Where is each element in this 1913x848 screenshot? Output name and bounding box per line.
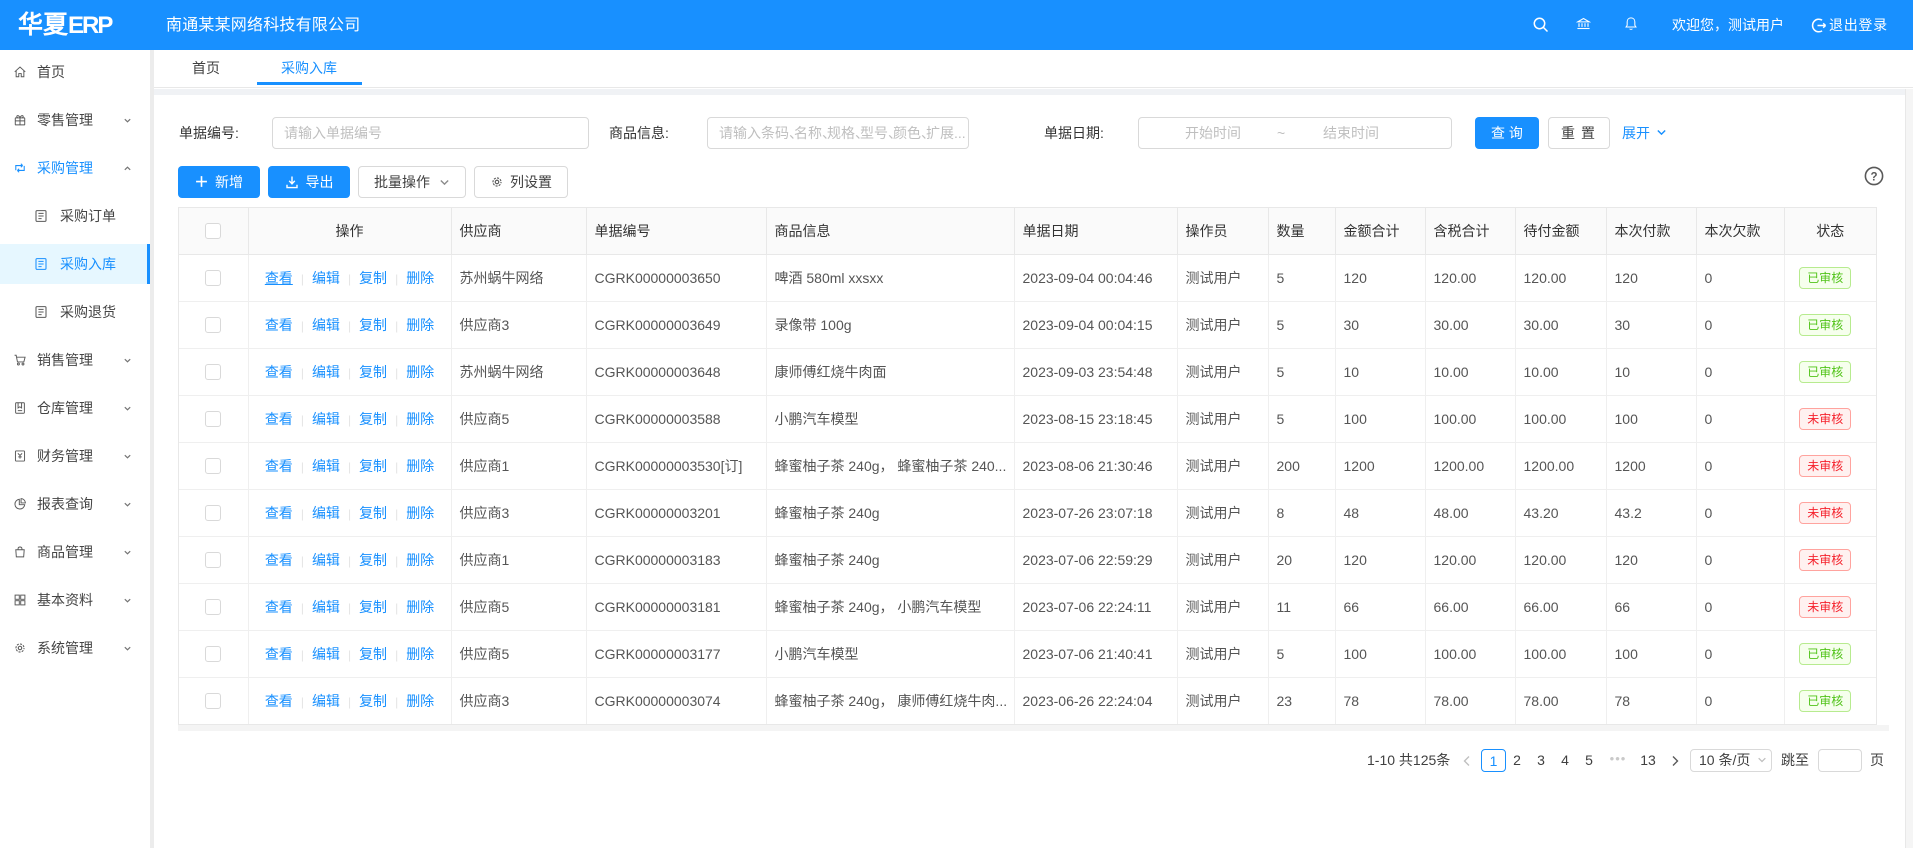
svg-text:?: ? [1870, 171, 1877, 183]
